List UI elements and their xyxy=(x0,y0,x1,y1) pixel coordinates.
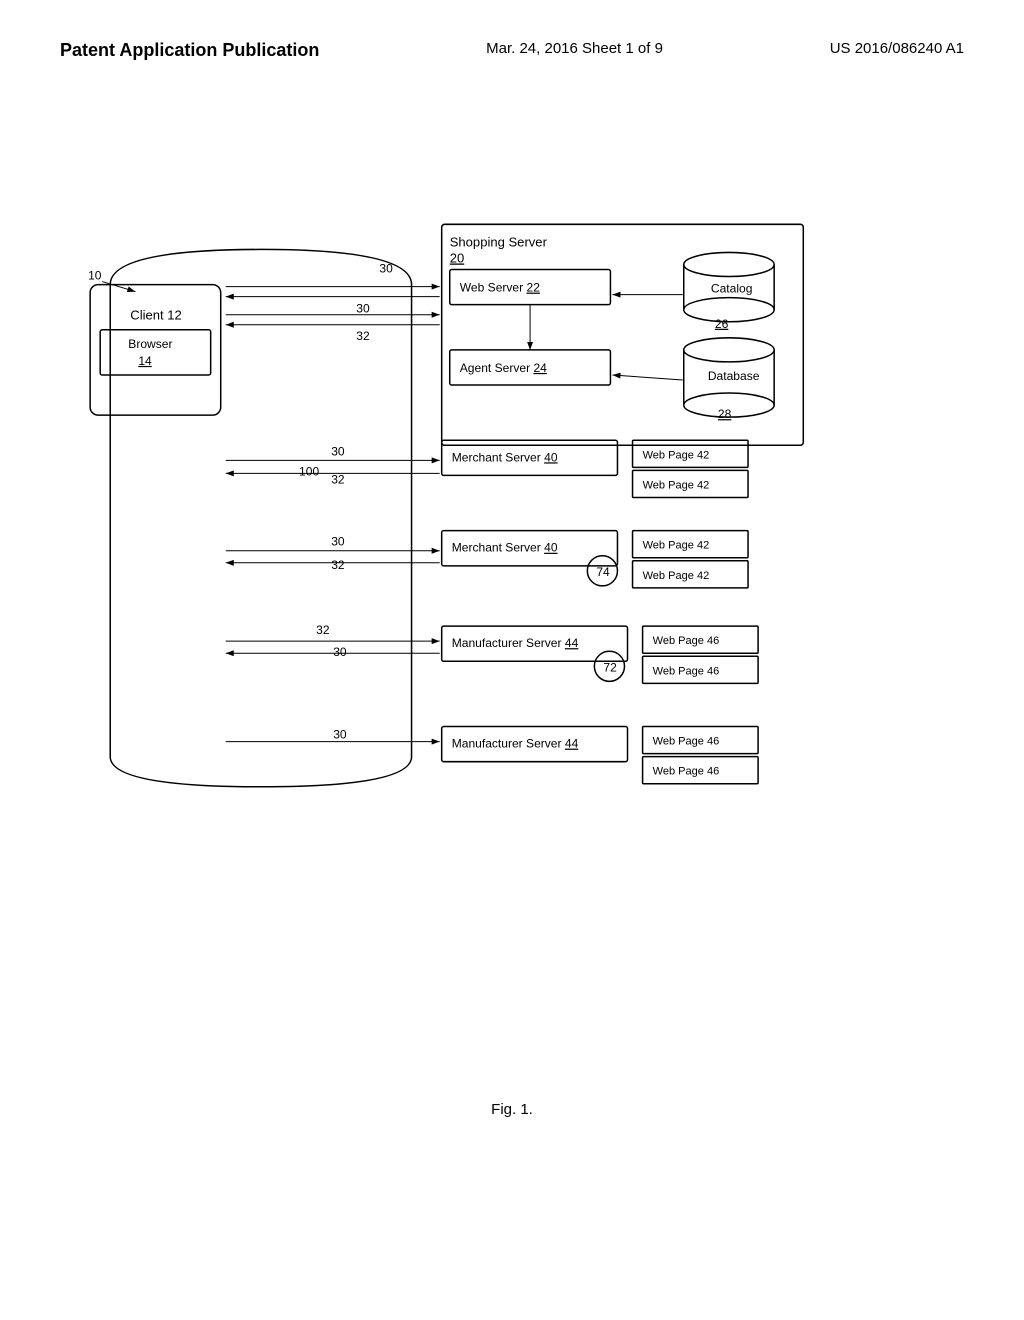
ref-72: 72 xyxy=(603,660,617,674)
ref-30-2: 30 xyxy=(356,302,370,316)
ref-28: 28 xyxy=(718,407,732,421)
shopping-server-label: Shopping Server xyxy=(450,234,548,249)
web-page-42-1: Web Page 42 xyxy=(643,449,710,461)
web-page-46-1: Web Page 46 xyxy=(653,635,720,647)
page: Patent Application Publication Mar. 24, … xyxy=(0,0,1024,1320)
client-label: Client 12 xyxy=(130,308,182,323)
ref-100: 100 xyxy=(299,464,319,478)
diagram-svg: Client 12 Browser 14 10 Shopping Server … xyxy=(60,131,964,1081)
database-label: Database xyxy=(708,369,760,383)
agent-server-label: Agent Server 24 xyxy=(460,361,547,375)
ref-32-4: 32 xyxy=(316,623,330,637)
ref-74: 74 xyxy=(596,565,610,579)
browser-label: Browser xyxy=(128,337,172,351)
ref-32-2: 32 xyxy=(331,472,345,486)
web-page-42-4: Web Page 42 xyxy=(643,570,710,582)
manufacturer-server-44-2: Manufacturer Server 44 xyxy=(452,737,579,751)
ref-10: 10 xyxy=(88,269,102,283)
web-page-46-3: Web Page 46 xyxy=(653,736,720,748)
ref-26: 26 xyxy=(715,317,729,331)
manufacturer-server-44-1: Manufacturer Server 44 xyxy=(452,636,579,650)
ref-30-4: 30 xyxy=(331,535,345,549)
ref-30-5: 30 xyxy=(333,645,347,659)
header-title: Patent Application Publication xyxy=(60,40,319,61)
merchant-server-40-2: Merchant Server 40 xyxy=(452,541,558,555)
header-patent-number: US 2016/086240 A1 xyxy=(830,40,964,57)
merchant-server-40-1: Merchant Server 40 xyxy=(452,450,558,464)
header: Patent Application Publication Mar. 24, … xyxy=(60,40,964,71)
diagram-area: Client 12 Browser 14 10 Shopping Server … xyxy=(60,131,964,1081)
ref-30-3: 30 xyxy=(331,444,345,458)
browser-ref: 14 xyxy=(138,354,152,368)
fig-caption: Fig. 1. xyxy=(60,1101,964,1118)
ref-30-6: 30 xyxy=(333,728,347,742)
header-date-sheet: Mar. 24, 2016 Sheet 1 of 9 xyxy=(486,40,663,57)
web-page-46-4: Web Page 46 xyxy=(653,766,720,778)
web-page-42-2: Web Page 42 xyxy=(643,479,710,491)
web-server-label: Web Server 22 xyxy=(460,281,540,295)
ref-32-1: 32 xyxy=(356,329,370,343)
ref-20-label: 20 xyxy=(450,250,465,265)
web-page-42-3: Web Page 42 xyxy=(643,540,710,552)
catalog-label: Catalog xyxy=(711,282,753,296)
web-page-46-2: Web Page 46 xyxy=(653,665,720,677)
ref-32-3: 32 xyxy=(331,558,345,572)
